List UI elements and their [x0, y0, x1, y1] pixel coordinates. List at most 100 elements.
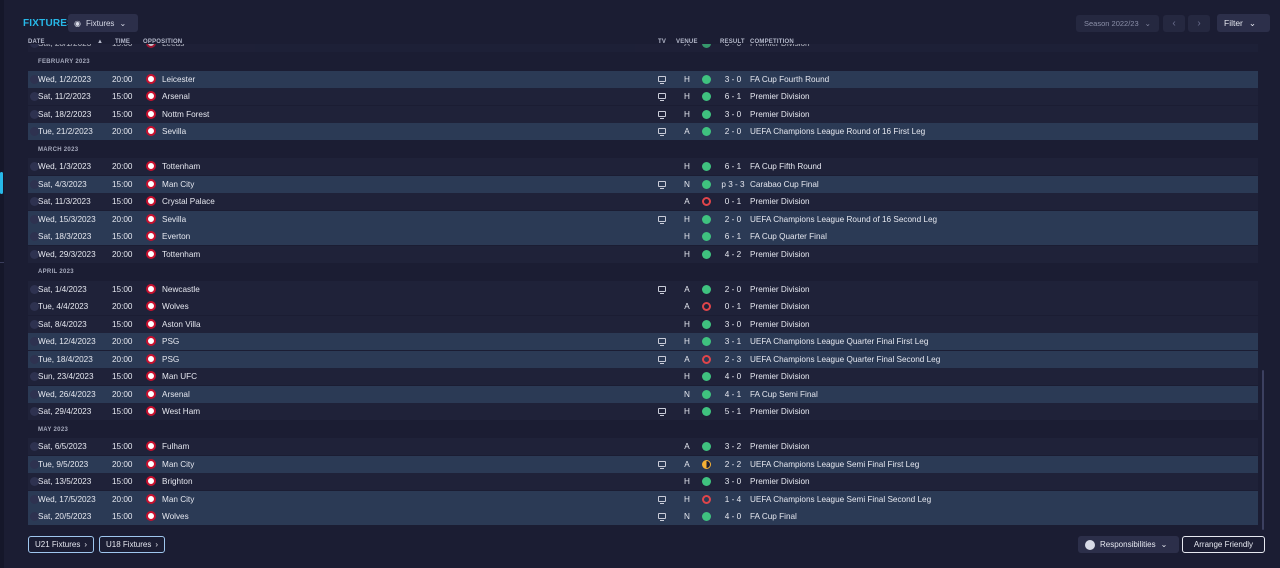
fixture-score[interactable]: 6 - 1: [716, 92, 750, 101]
fixture-score[interactable]: 4 - 2: [716, 250, 750, 259]
next-season-button[interactable]: ›: [1188, 15, 1210, 32]
fixture-opposition[interactable]: Arsenal: [162, 390, 190, 399]
fixture-competition[interactable]: Premier Division: [750, 320, 810, 329]
fixture-competition[interactable]: Carabao Cup Final: [750, 180, 819, 189]
fixture-score[interactable]: 3 - 2: [716, 442, 750, 451]
table-row[interactable]: Wed, 15/3/2023 20:00 Sevilla H 2 - 0 UEFA Cha…: [28, 210, 1258, 228]
fixture-opposition[interactable]: Tottenham: [162, 250, 200, 259]
u21-fixtures-button[interactable]: U21 Fixtures ›: [28, 536, 95, 553]
fixture-opposition[interactable]: Sevilla: [162, 215, 186, 224]
table-row[interactable]: Sat, 18/3/2023 15:00 Everton H 6 - 1 FA Cup Q…: [28, 228, 1258, 245]
fixture-score[interactable]: 3 - 1: [716, 337, 750, 346]
view-dropdown[interactable]: ◉ Fixtures ⌄: [68, 14, 138, 32]
fixture-opposition[interactable]: PSG: [162, 355, 179, 364]
table-row[interactable]: Tue, 21/2/2023 20:00 Sevilla A 2 - 0 UEFA Cha…: [28, 123, 1258, 140]
fixture-score[interactable]: 2 - 3: [716, 355, 750, 364]
fixture-opposition[interactable]: Nottm Forest: [162, 110, 209, 119]
fixture-score[interactable]: 0 - 1: [716, 302, 750, 311]
u18-fixtures-button[interactable]: U18 Fixtures ›: [99, 536, 166, 553]
fixture-competition[interactable]: Premier Division: [750, 110, 810, 119]
fixture-score[interactable]: 2 - 0: [716, 215, 750, 224]
fixture-opposition[interactable]: West Ham: [162, 407, 200, 416]
table-row[interactable]: Sat, 20/5/2023 15:00 Wolves N 4 - 0 FA Cup Fi…: [28, 508, 1258, 525]
table-row[interactable]: Sat, 11/2/2023 15:00 Arsenal H 6 - 1 Premier …: [28, 88, 1258, 105]
fixture-opposition[interactable]: Leeds: [162, 44, 184, 48]
fixture-competition[interactable]: FA Cup Quarter Final: [750, 232, 827, 241]
fixture-opposition[interactable]: Brighton: [162, 477, 193, 486]
fixture-competition[interactable]: FA Cup Fourth Round: [750, 75, 829, 84]
fixture-score[interactable]: 4 - 0: [716, 372, 750, 381]
fixture-opposition[interactable]: Man City: [162, 180, 194, 189]
fixture-competition[interactable]: UEFA Champions League Round of 16 Second…: [750, 215, 937, 224]
fixture-score[interactable]: 6 - 1: [716, 232, 750, 241]
table-row[interactable]: Tue, 18/4/2023 20:00 PSG A 2 - 3 UEFA Champio…: [28, 350, 1258, 368]
fixture-score[interactable]: 2 - 2: [716, 460, 750, 469]
fixture-competition[interactable]: Premier Division: [750, 285, 810, 294]
fixture-competition[interactable]: Premier Division: [750, 372, 810, 381]
fixture-competition[interactable]: Premier Division: [750, 442, 810, 451]
fixture-opposition[interactable]: Arsenal: [162, 92, 190, 101]
table-row[interactable]: Sat, 11/3/2023 15:00 Crystal Palace A 0 - 1P…: [28, 193, 1258, 210]
fixture-score[interactable]: 0 - 1: [716, 197, 750, 206]
fixture-opposition[interactable]: Man City: [162, 495, 194, 504]
fixture-score[interactable]: 5 - 1: [716, 407, 750, 416]
fixture-score[interactable]: 3 - 0: [716, 320, 750, 329]
fixture-opposition[interactable]: Everton: [162, 232, 190, 241]
fixture-opposition[interactable]: Leicester: [162, 75, 195, 84]
fixture-score[interactable]: 6 - 1: [716, 162, 750, 171]
table-row[interactable]: Wed, 1/2/2023 20:00 Leicester H 3 - 0 FA Cup …: [28, 70, 1258, 88]
fixture-opposition[interactable]: Wolves: [162, 512, 189, 521]
table-row[interactable]: Sat, 29/4/2023 15:00 West Ham H 5 - 1 Premier…: [28, 403, 1258, 420]
fixture-competition[interactable]: Premier Division: [750, 92, 810, 101]
fixture-competition[interactable]: UEFA Champions League Quarter Final Seco…: [750, 355, 940, 364]
fixture-competition[interactable]: Premier Division: [750, 477, 810, 486]
fixture-score[interactable]: 4 - 0: [716, 512, 750, 521]
fixture-score[interactable]: 1 - 4: [716, 495, 750, 504]
table-row[interactable]: Tue, 4/4/2023 20:00 Wolves A 0 - 1 Premier Di…: [28, 298, 1258, 315]
table-row[interactable]: Sat, 6/5/2023 15:00 Fulham A 3 - 2 Premier Di…: [28, 438, 1258, 455]
fixture-competition[interactable]: FA Cup Final: [750, 512, 797, 521]
fixture-competition[interactable]: Premier Division: [750, 44, 810, 48]
table-row[interactable]: Sun, 23/4/2023 15:00 Man UFC H 4 - 0 Premier …: [28, 368, 1258, 385]
fixture-opposition[interactable]: Wolves: [162, 302, 189, 311]
fixture-competition[interactable]: Premier Division: [750, 302, 810, 311]
table-row[interactable]: Sat, 1/4/2023 15:00 Newcastle A 2 - 0 Premier…: [28, 280, 1258, 298]
fixture-competition[interactable]: UEFA Champions League Semi Final First L…: [750, 460, 919, 469]
fixture-opposition[interactable]: Man City: [162, 460, 194, 469]
fixture-opposition[interactable]: Crystal Palace: [162, 197, 215, 206]
fixture-opposition[interactable]: Fulham: [162, 442, 189, 451]
table-row[interactable]: Sat, 28/1/2023 15:00 Leeds A 3 - 0Premier Di…: [28, 44, 1258, 52]
fixture-opposition[interactable]: Man UFC: [162, 372, 197, 381]
fixture-competition[interactable]: FA Cup Fifth Round: [750, 162, 821, 171]
fixture-opposition[interactable]: Tottenham: [162, 162, 200, 171]
fixture-competition[interactable]: Premier Division: [750, 407, 810, 416]
fixture-opposition[interactable]: Aston Villa: [162, 320, 201, 329]
fixture-competition[interactable]: FA Cup Semi Final: [750, 390, 818, 399]
fixture-score[interactable]: 3 - 0: [716, 110, 750, 119]
fixture-opposition[interactable]: Newcastle: [162, 285, 200, 294]
fixture-score[interactable]: p 3 - 3: [716, 180, 750, 189]
table-row[interactable]: Sat, 4/3/2023 15:00 Man City Np 3 - 3 Caraba…: [28, 175, 1258, 193]
table-scrollbar[interactable]: [1262, 370, 1264, 530]
arrange-friendly-button[interactable]: Arrange Friendly: [1182, 536, 1265, 553]
table-row[interactable]: Sat, 18/2/2023 15:00 Nottm Forest H 3 - 0 Pre…: [28, 105, 1258, 123]
table-row[interactable]: Wed, 17/5/2023 20:00 Man City H 1 - 4 UEFA Ch…: [28, 490, 1258, 508]
table-row[interactable]: Wed, 1/3/2023 20:00 Tottenham H 6 - 1 FA Cup …: [28, 158, 1258, 175]
table-row[interactable]: Sat, 13/5/2023 15:00 Brighton H 3 - 0 Premier…: [28, 473, 1258, 490]
fixture-score[interactable]: 2 - 0: [716, 285, 750, 294]
table-row[interactable]: Wed, 12/4/2023 20:00 PSG H 3 - 1 UEFA Champio…: [28, 333, 1258, 350]
table-row[interactable]: Tue, 9/5/2023 20:00 Man City A 2 - 2 UEFA Cha…: [28, 455, 1258, 473]
fixture-score[interactable]: 3 - 0: [716, 477, 750, 486]
fixture-competition[interactable]: Premier Division: [750, 197, 810, 206]
fixture-opposition[interactable]: PSG: [162, 337, 179, 346]
fixture-score[interactable]: 3 - 0: [716, 44, 750, 48]
fixture-score[interactable]: 2 - 0: [716, 127, 750, 136]
season-dropdown[interactable]: Season 2022/23 ⌄: [1076, 15, 1159, 32]
filter-button[interactable]: Filter ⌄: [1217, 14, 1270, 32]
table-row[interactable]: Wed, 29/3/2023 20:00 Tottenham H 4 - 2 Premie…: [28, 245, 1258, 263]
fixture-competition[interactable]: UEFA Champions League Quarter Final Firs…: [750, 337, 928, 346]
table-row[interactable]: Wed, 26/4/2023 20:00 Arsenal N 4 - 1 FA Cup S…: [28, 385, 1258, 403]
fixture-competition[interactable]: Premier Division: [750, 250, 810, 259]
table-row[interactable]: Sat, 8/4/2023 15:00 Aston Villa H 3 - 0 Premi…: [28, 315, 1258, 333]
fixture-score[interactable]: 3 - 0: [716, 75, 750, 84]
